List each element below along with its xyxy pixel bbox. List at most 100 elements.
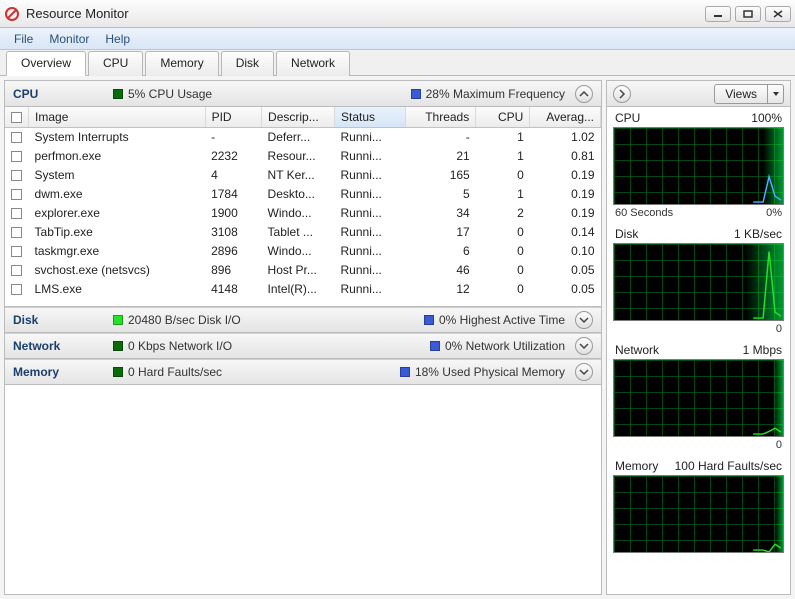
section-header-cpu[interactable]: CPU 5% CPU Usage 28% Maximum Frequency <box>5 81 601 107</box>
tab-cpu[interactable]: CPU <box>88 51 143 76</box>
chart-scale: 100% <box>751 111 782 125</box>
row-checkbox[interactable] <box>11 189 22 200</box>
section-title-cpu: CPU <box>13 87 103 101</box>
cell-cpu: 0 <box>476 261 530 280</box>
cell-cpu: 1 <box>476 128 530 147</box>
swatch-blue-icon <box>411 89 421 99</box>
table-header-row: Image PID Descrip... Status Threads CPU … <box>5 107 601 128</box>
row-checkbox[interactable] <box>11 170 22 181</box>
expand-network-button[interactable] <box>575 337 593 355</box>
cell-cpu: 2 <box>476 204 530 223</box>
table-row[interactable]: TabTip.exe3108Tablet ...Runni...1700.14 <box>5 223 601 242</box>
row-checkbox[interactable] <box>11 208 22 219</box>
col-check[interactable] <box>5 107 29 128</box>
chart-xmax: 0% <box>766 207 782 219</box>
empty-area <box>5 385 601 594</box>
table-row[interactable]: perfmon.exe2232Resour...Runni...2110.81 <box>5 147 601 166</box>
cell-cpu: 0 <box>476 223 530 242</box>
views-dropdown-icon[interactable] <box>767 85 783 103</box>
table-row[interactable]: System Interrupts-Deferr...Runni...-11.0… <box>5 128 601 147</box>
section-title-memory: Memory <box>13 365 103 379</box>
cell-avg: 1.02 <box>530 128 601 147</box>
cell-avg: 0.05 <box>530 261 601 280</box>
tab-network[interactable]: Network <box>276 51 350 76</box>
cell-pid: 1784 <box>205 185 261 204</box>
table-row[interactable]: svchost.exe (netsvcs)896Host Pr...Runni.… <box>5 261 601 280</box>
cell-threads: 46 <box>405 261 476 280</box>
chart-memory: Memory100 Hard Faults/sec <box>607 455 790 559</box>
table-row[interactable]: LMS.exe4148Intel(R)...Runni...1200.05 <box>5 280 601 299</box>
row-checkbox[interactable] <box>11 265 22 276</box>
cell-threads: 34 <box>405 204 476 223</box>
section-header-network[interactable]: Network 0 Kbps Network I/O 0% Network Ut… <box>5 333 601 359</box>
chart-canvas <box>613 243 784 321</box>
network-io-label: 0 Kbps Network I/O <box>128 339 232 353</box>
section-header-disk[interactable]: Disk 20480 B/sec Disk I/O 0% Highest Act… <box>5 307 601 333</box>
checkbox-icon[interactable] <box>11 112 22 123</box>
chart-canvas <box>613 475 784 553</box>
cell-threads: 165 <box>405 166 476 185</box>
menu-monitor[interactable]: Monitor <box>41 30 97 48</box>
minimize-button[interactable] <box>705 6 731 22</box>
expand-disk-button[interactable] <box>575 311 593 329</box>
maximize-button[interactable] <box>735 6 761 22</box>
cell-threads: - <box>405 128 476 147</box>
row-checkbox[interactable] <box>11 227 22 238</box>
cell-desc: Tablet ... <box>262 223 335 242</box>
expand-memory-button[interactable] <box>575 363 593 381</box>
chart-xmax: 0 <box>776 439 782 451</box>
table-row[interactable]: explorer.exe1900Windo...Runni...3420.19 <box>5 204 601 223</box>
chart-canvas <box>613 359 784 437</box>
cell-status: Runni... <box>335 261 406 280</box>
tab-overview[interactable]: Overview <box>6 51 86 76</box>
tab-strip: Overview CPU Memory Disk Network <box>0 50 795 76</box>
cell-avg: 0.19 <box>530 166 601 185</box>
table-row[interactable]: dwm.exe1784Deskto...Runni...510.19 <box>5 185 601 204</box>
cpu-usage-label: 5% CPU Usage <box>128 87 212 101</box>
window-title: Resource Monitor <box>26 6 705 21</box>
row-checkbox[interactable] <box>11 284 22 295</box>
cell-cpu: 0 <box>476 242 530 261</box>
cell-cpu: 1 <box>476 185 530 204</box>
close-button[interactable] <box>765 6 791 22</box>
chart-xmin: 60 Seconds <box>615 207 673 219</box>
col-status[interactable]: Status <box>335 107 406 128</box>
memory-used-label: 18% Used Physical Memory <box>415 365 565 379</box>
chart-title: CPU <box>615 111 640 125</box>
col-threads[interactable]: Threads <box>405 107 476 128</box>
network-metric-util: 0% Network Utilization <box>430 339 565 353</box>
row-checkbox[interactable] <box>11 132 22 143</box>
table-row[interactable]: taskmgr.exe2896Windo...Runni...600.10 <box>5 242 601 261</box>
swatch-blue-icon <box>424 315 434 325</box>
col-cpu[interactable]: CPU <box>476 107 530 128</box>
row-checkbox[interactable] <box>11 246 22 257</box>
cell-desc: Windo... <box>262 204 335 223</box>
menu-help[interactable]: Help <box>97 30 138 48</box>
cell-status: Runni... <box>335 280 406 299</box>
collapse-cpu-button[interactable] <box>575 85 593 103</box>
cell-status: Runni... <box>335 242 406 261</box>
left-pane: CPU 5% CPU Usage 28% Maximum Frequency <box>4 80 602 595</box>
col-image[interactable]: Image <box>29 107 206 128</box>
col-desc[interactable]: Descrip... <box>262 107 335 128</box>
cpu-process-table[interactable]: Image PID Descrip... Status Threads CPU … <box>5 107 601 307</box>
col-pid[interactable]: PID <box>205 107 261 128</box>
table-row[interactable]: System4NT Ker...Runni...16500.19 <box>5 166 601 185</box>
cell-threads: 21 <box>405 147 476 166</box>
chart-network: Network1 Mbps0 <box>607 339 790 455</box>
cell-avg: 0.10 <box>530 242 601 261</box>
menu-file[interactable]: File <box>6 30 41 48</box>
col-avg[interactable]: Averag... <box>530 107 601 128</box>
tab-memory[interactable]: Memory <box>145 51 218 76</box>
cell-image: explorer.exe <box>29 204 206 223</box>
collapse-charts-button[interactable] <box>613 85 631 103</box>
cell-threads: 17 <box>405 223 476 242</box>
tab-disk[interactable]: Disk <box>221 51 274 76</box>
views-button[interactable]: Views <box>714 84 784 104</box>
chart-title: Network <box>615 343 659 357</box>
chart-cpu: CPU 100% 60 Seconds 0% <box>607 107 790 223</box>
section-header-memory[interactable]: Memory 0 Hard Faults/sec 18% Used Physic… <box>5 359 601 385</box>
app-icon <box>4 6 20 22</box>
cell-status: Runni... <box>335 147 406 166</box>
row-checkbox[interactable] <box>11 151 22 162</box>
